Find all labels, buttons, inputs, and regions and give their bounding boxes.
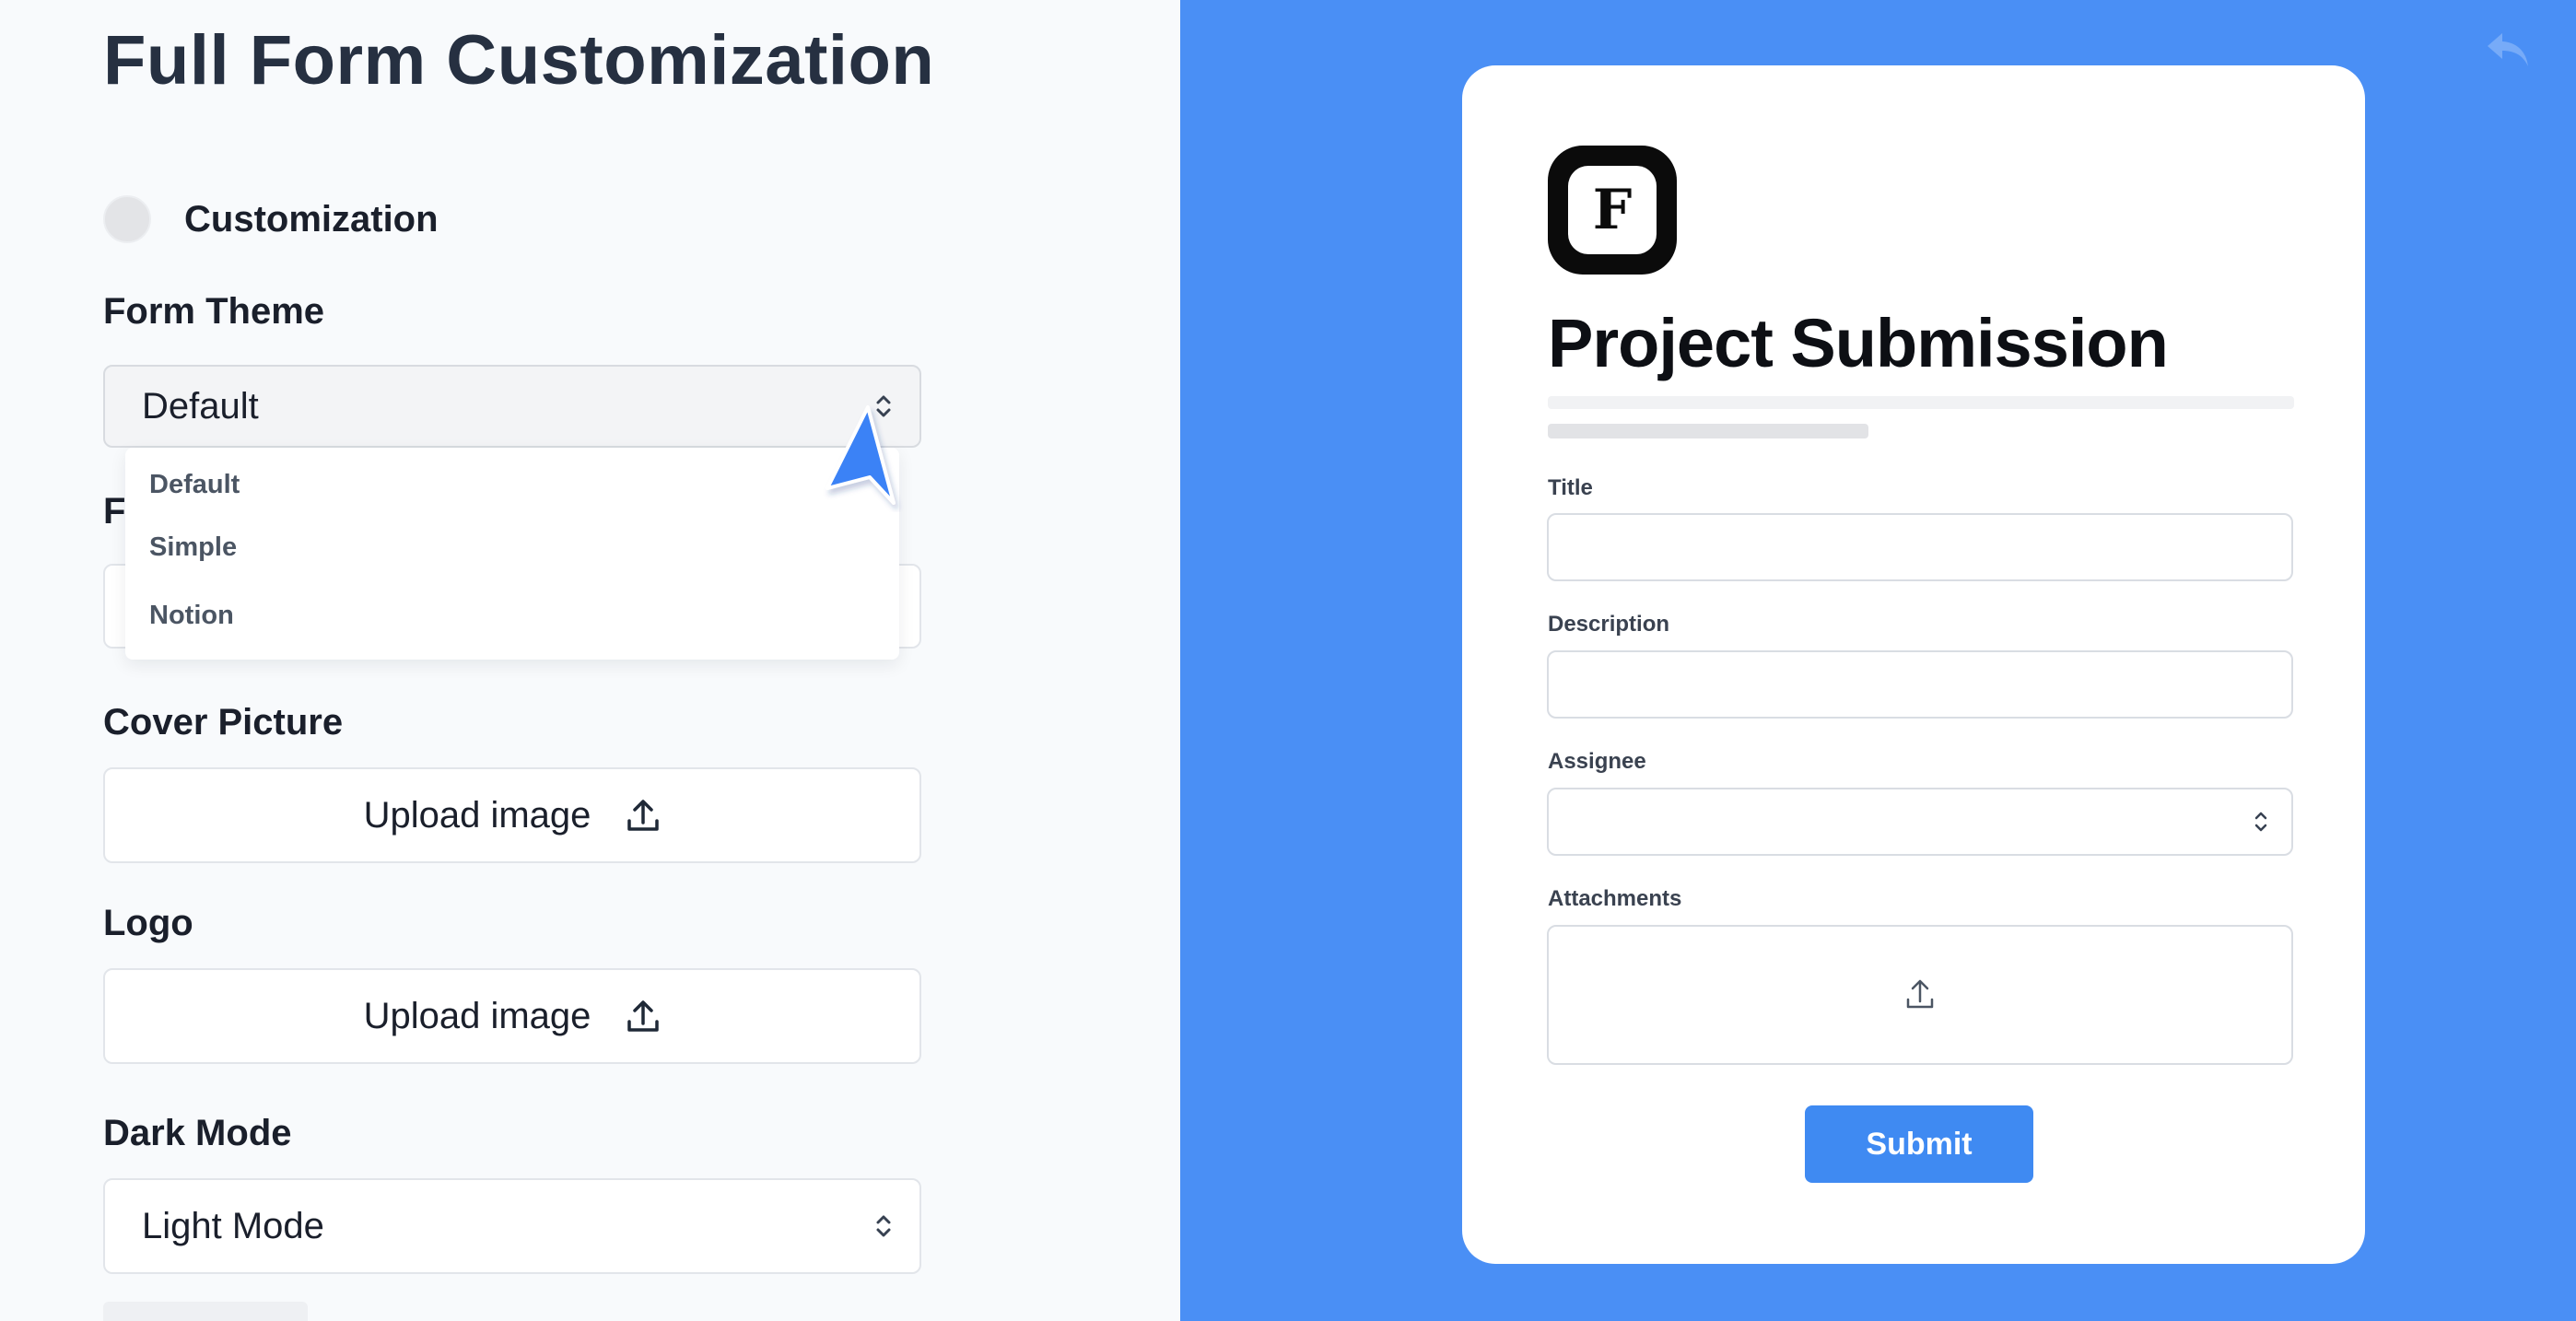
dropdown-option-default[interactable]: Default (149, 470, 240, 500)
form-theme-label: Form Theme (103, 291, 325, 332)
logo-upload-label: Upload image (363, 995, 591, 1036)
chevron-updown-icon (876, 1215, 891, 1237)
form-logo: F (1548, 146, 1677, 275)
undo-icon[interactable] (2484, 29, 2532, 70)
hidden-section-label: F (103, 491, 126, 532)
settings-panel: Full Form Customization Customization Fo… (0, 0, 1180, 1321)
form-logo-letter: F (1568, 166, 1657, 254)
dark-mode-label: Dark Mode (103, 1113, 292, 1153)
submit-button[interactable]: Submit (1805, 1105, 2033, 1183)
assignee-field-label: Assignee (1548, 749, 1646, 774)
dropdown-option-simple[interactable]: Simple (149, 532, 237, 563)
cover-picture-upload-button[interactable]: Upload image (103, 767, 921, 863)
title-field-label: Title (1548, 475, 1593, 500)
dark-mode-value: Light Mode (142, 1205, 324, 1246)
dark-mode-select[interactable]: Light Mode (103, 1178, 921, 1274)
cursor-pointer-icon (825, 405, 896, 505)
form-theme-select[interactable]: Default (103, 365, 921, 448)
customization-toggle-row[interactable]: Customization (103, 195, 439, 243)
title-input[interactable] (1547, 513, 2293, 581)
dropdown-option-notion[interactable]: Notion (149, 601, 234, 631)
upload-icon (1906, 979, 1934, 1009)
logo-upload-button[interactable]: Upload image (103, 968, 921, 1064)
page-title: Full Form Customization (103, 21, 935, 99)
form-theme-value: Default (142, 385, 259, 427)
cover-upload-label: Upload image (363, 794, 591, 836)
assignee-select[interactable] (1547, 788, 2293, 856)
form-theme-dropdown: Default Simple Notion (125, 448, 899, 660)
description-input[interactable] (1547, 650, 2293, 719)
chevron-updown-icon (2254, 812, 2267, 832)
cover-picture-label: Cover Picture (103, 702, 344, 742)
page: Full Form Customization Customization Fo… (0, 0, 2576, 1321)
customization-toggle[interactable] (103, 195, 151, 243)
next-section-stub (103, 1302, 308, 1321)
upload-icon (627, 800, 660, 831)
description-placeholder-line (1548, 396, 2294, 409)
logo-label: Logo (103, 903, 193, 943)
description-field-label: Description (1548, 612, 1670, 637)
form-title: Project Submission (1548, 305, 2169, 381)
description-placeholder-line (1548, 424, 1868, 438)
attachments-dropzone[interactable] (1547, 925, 2293, 1065)
customization-label: Customization (184, 198, 439, 240)
upload-icon (627, 1000, 660, 1032)
attachments-field-label: Attachments (1548, 886, 1682, 911)
